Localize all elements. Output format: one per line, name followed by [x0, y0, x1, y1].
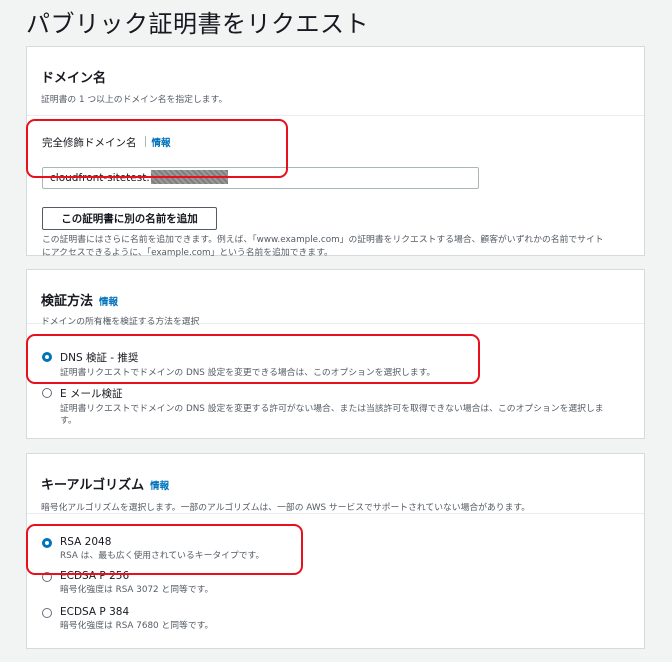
radio-button-unchecked[interactable] [42, 608, 52, 618]
dns-validation-description: 証明書リクエストでドメインの DNS 設定を変更できる場合は、このオプションを選… [60, 368, 436, 378]
radio-ecdsa-p384[interactable]: ECDSA P 384 暗号化強度は RSA 7680 と同等です。 [42, 606, 213, 632]
radio-button-unchecked[interactable] [42, 572, 52, 582]
validation-title-row: 検証方法 情報 [41, 290, 628, 309]
key-algorithm-panel: キーアルゴリズム 情報 暗号化アルゴリズムを選択します。一部のアルゴリズムは、一部… [26, 453, 645, 649]
ecdsa-p384-label: ECDSA P 384 [60, 606, 130, 618]
validation-panel-header: 検証方法 情報 ドメインの所有権を検証する方法を選択 [27, 270, 644, 327]
domain-field-label: 完全修飾ドメイン名 [42, 137, 137, 149]
domain-help-line-2: にアクセスできるように、「example.com」という名前を追加できます。 [42, 248, 333, 258]
validation-method-panel: 検証方法 情報 ドメインの所有権を検証する方法を選択 DNS 検証 - 推奨 証明… [26, 269, 645, 439]
validation-info-link[interactable]: 情報 [99, 297, 118, 308]
domain-name-panel: ドメイン名 証明書の 1 つ以上のドメイン名を指定します。 完全修飾ドメイン名 情… [26, 46, 645, 258]
key-info-link[interactable]: 情報 [150, 481, 169, 492]
radio-button-checked[interactable] [42, 352, 52, 362]
domain-panel-title: ドメイン名 [41, 71, 107, 86]
domain-info-link[interactable]: 情報 [152, 138, 171, 149]
domain-panel-header: ドメイン名 証明書の 1 つ以上のドメイン名を指定します。 [27, 47, 644, 116]
email-validation-desc-line-2: す。 [60, 416, 77, 426]
page-title: パブリック証明書をリクエスト [26, 10, 369, 38]
add-another-name-button[interactable]: この証明書に別の名前を追加 [42, 207, 217, 230]
domain-panel-description: 証明書の 1 つ以上のドメイン名を指定します。 [41, 95, 228, 105]
validation-panel-description: ドメインの所有権を検証する方法を選択 [41, 317, 200, 327]
key-panel-description: 暗号化アルゴリズムを選択します。一部のアルゴリズムは、一部の AWS サービスで… [41, 503, 531, 513]
key-panel-header: キーアルゴリズム 情報 暗号化アルゴリズムを選択します。一部のアルゴリズムは、一部… [27, 454, 644, 514]
domain-help-text: この証明書にはさらに名前を追加できます。例えば、「www.example.com… [42, 234, 642, 260]
ecdsa-p384-description: 暗号化強度は RSA 7680 と同等です。 [60, 621, 214, 631]
domain-input-value: cloudfront-sitetest. [50, 172, 150, 184]
rsa-2048-description: RSA は、最も広く使用されているキータイプです。 [60, 551, 265, 561]
validation-panel-title: 検証方法 [41, 294, 94, 309]
domain-name-input[interactable]: cloudfront-sitetest. [42, 167, 479, 189]
key-panel-title: キーアルゴリズム [41, 478, 145, 493]
radio-ecdsa-p256[interactable]: ECDSA P 256 暗号化強度は RSA 3072 と同等です。 [42, 570, 213, 596]
radio-email-validation[interactable]: E メール検証 証明書リクエストでドメインの DNS 設定を変更する許可がない場… [42, 386, 604, 427]
domain-field-label-row: 完全修飾ドメイン名 情報 [42, 131, 171, 150]
radio-dns-validation[interactable]: DNS 検証 - 推奨 証明書リクエストでドメインの DNS 設定を変更できる場… [42, 350, 435, 379]
dns-validation-label: DNS 検証 - 推奨 [60, 352, 139, 364]
ecdsa-p256-description: 暗号化強度は RSA 3072 と同等です。 [60, 585, 214, 595]
domain-help-line-1: この証明書にはさらに名前を追加できます。例えば、「www.example.com… [42, 235, 604, 245]
email-validation-label: E メール検証 [60, 388, 123, 400]
radio-button-checked[interactable] [42, 538, 52, 548]
email-validation-desc-line-1: 証明書リクエストでドメインの DNS 設定を変更する許可がない場合、または当該許… [60, 404, 604, 414]
rsa-2048-label: RSA 2048 [60, 536, 112, 548]
radio-rsa-2048[interactable]: RSA 2048 RSA は、最も広く使用されているキータイプです。 [42, 536, 264, 562]
ecdsa-p256-label: ECDSA P 256 [60, 570, 130, 582]
redacted-block [150, 170, 228, 184]
label-separator [144, 136, 146, 147]
radio-button-unchecked[interactable] [42, 388, 52, 398]
email-validation-description: 証明書リクエストでドメインの DNS 設定を変更する許可がない場合、または当該許… [60, 403, 604, 427]
key-title-row: キーアルゴリズム 情報 [41, 474, 628, 493]
